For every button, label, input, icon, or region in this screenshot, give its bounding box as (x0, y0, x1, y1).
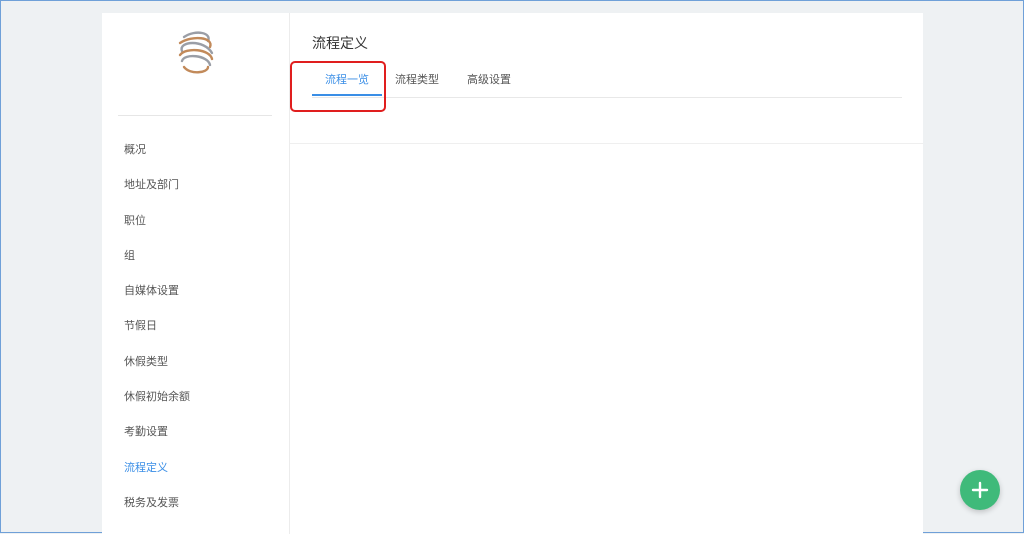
sidebar-item-holidays[interactable]: 节假日 (102, 308, 289, 343)
sidebar-divider (118, 115, 272, 116)
sidebar-item-leave-types[interactable]: 休假类型 (102, 344, 289, 379)
sidebar-item-workflow-definition[interactable]: 流程定义 (102, 450, 289, 485)
tab-bar: 流程一览 流程类型 高级设置 (312, 67, 902, 98)
sidebar: 概况 地址及部门 职位 组 自媒体设置 节假日 休假类型 休假初始余额 考勤设置… (102, 13, 290, 534)
tab-advanced-settings[interactable]: 高级设置 (460, 67, 518, 96)
tab-workflow-types[interactable]: 流程类型 (388, 67, 446, 96)
sidebar-item-attendance-settings[interactable]: 考勤设置 (102, 414, 289, 449)
sidebar-item-media-settings[interactable]: 自媒体设置 (102, 273, 289, 308)
sidebar-item-tax-invoice[interactable]: 税务及发票 (102, 485, 289, 520)
add-button[interactable] (960, 470, 1000, 510)
sidebar-item-address-department[interactable]: 地址及部门 (102, 167, 289, 202)
content-divider (290, 143, 923, 144)
tab-workflow-list[interactable]: 流程一览 (312, 67, 382, 96)
settings-panel: 概况 地址及部门 职位 组 自媒体设置 节假日 休假类型 休假初始余额 考勤设置… (102, 13, 923, 534)
sidebar-item-leave-balance[interactable]: 休假初始余额 (102, 379, 289, 414)
sidebar-item-overview[interactable]: 概况 (102, 132, 289, 167)
main-content: 流程定义 流程一览 流程类型 高级设置 (290, 13, 923, 534)
plus-icon (971, 481, 989, 499)
sidebar-menu: 概况 地址及部门 职位 组 自媒体设置 节假日 休假类型 休假初始余额 考勤设置… (102, 132, 289, 520)
swirl-logo (178, 31, 214, 74)
sidebar-item-group[interactable]: 组 (102, 238, 289, 273)
sidebar-item-position[interactable]: 职位 (102, 203, 289, 238)
page-title: 流程定义 (312, 36, 368, 52)
